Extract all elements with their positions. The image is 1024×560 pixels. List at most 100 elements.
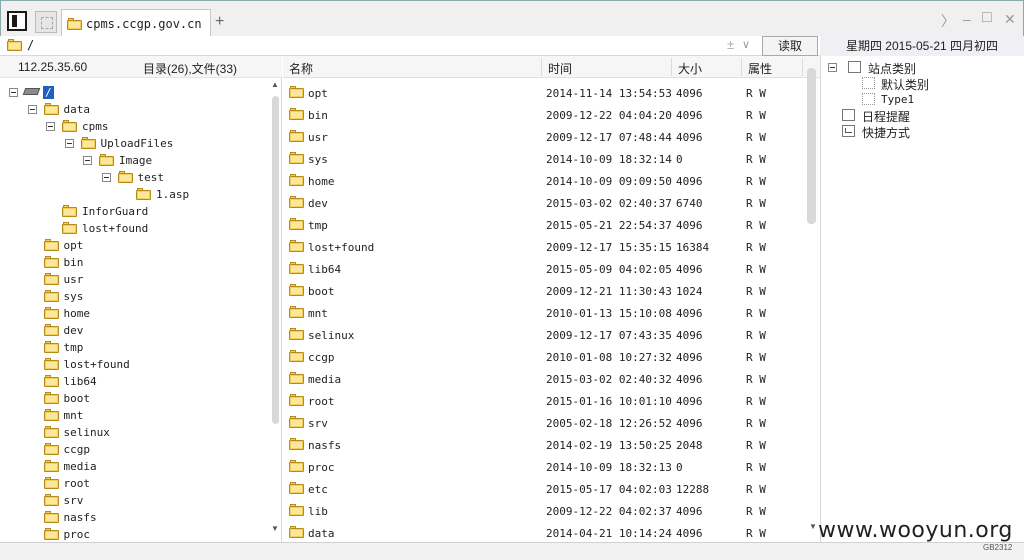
tree-item[interactable]: UploadFiles (64, 136, 265, 153)
file-row[interactable]: etc 2015-05-17 04:02:03 12288 R W (283, 477, 803, 499)
file-row[interactable]: bin 2009-12-22 04:04:20 4096 R W (283, 103, 803, 125)
file-attr: R W (746, 153, 766, 166)
file-row[interactable]: srv 2005-02-18 12:26:52 4096 R W (283, 411, 803, 433)
file-row[interactable]: lost+found 2009-12-17 15:35:15 16384 R W (283, 235, 803, 257)
scroll-down-icon[interactable]: ▼ (809, 522, 817, 531)
file-name: opt (308, 87, 328, 100)
file-row[interactable]: lib64 2015-05-09 04:02:05 4096 R W (283, 257, 803, 279)
file-row[interactable]: nasfs 2014-02-19 13:50:25 2048 R W (283, 433, 803, 455)
minimize-button[interactable]: – (963, 11, 971, 27)
file-row[interactable]: usr 2009-12-17 07:48:44 4096 R W (283, 125, 803, 147)
tab-site[interactable]: cpms.ccgp.gov.cn (61, 9, 211, 39)
column-time[interactable]: 时间 (548, 60, 572, 77)
collapse-icon[interactable] (64, 139, 74, 148)
file-attr: R W (746, 483, 766, 496)
tree-item[interactable]: opt (43, 238, 244, 255)
tree-item[interactable]: home (43, 306, 244, 323)
tree-item[interactable]: ccgp (43, 442, 244, 459)
tree-item[interactable]: selinux (43, 425, 244, 442)
file-row[interactable]: boot 2009-12-21 11:30:43 1024 R W (283, 279, 803, 301)
tree-item[interactable]: cpms (46, 119, 246, 136)
tree-item-label: UploadFiles (100, 137, 174, 150)
add-tab-button[interactable]: + (215, 13, 224, 31)
tree-item[interactable]: lib64 (43, 374, 244, 391)
column-attr[interactable]: 属性 (748, 60, 772, 77)
tree-item[interactable]: dev (43, 323, 244, 340)
scroll-up-icon[interactable]: ▲ (271, 80, 279, 89)
collapse-icon[interactable] (83, 156, 92, 165)
maximize-button[interactable]: □ (982, 9, 992, 27)
tree-item[interactable]: sys (43, 289, 244, 306)
collapse-icon[interactable] (828, 63, 837, 72)
chevron-right-icon[interactable]: 〉 (941, 11, 955, 31)
date-display: 星期四 2015-05-21 四月初四 (820, 36, 1024, 56)
tree-item[interactable]: tmp (43, 340, 244, 357)
read-button[interactable]: 读取 (762, 36, 818, 56)
tree-item[interactable]: data (27, 102, 228, 119)
tree-item[interactable]: media (43, 459, 244, 476)
tree-item[interactable]: usr (43, 272, 244, 289)
tree-item[interactable]: Image (83, 153, 283, 170)
folder-icon (67, 18, 82, 30)
site-category-node[interactable]: 站点类别 (828, 60, 1018, 76)
default-category-node[interactable]: 默认类别 (862, 76, 1012, 92)
server-ip: 112.25.35.60 (18, 60, 88, 74)
expand-collapse-icon[interactable]: ± (727, 37, 734, 52)
type1-node[interactable]: Type1 (862, 92, 1012, 108)
file-attr: R W (746, 417, 766, 430)
watermark-text: www.wooyun.org (818, 518, 1013, 543)
tree-item[interactable]: boot (43, 391, 244, 408)
path-input[interactable]: / (27, 38, 34, 52)
file-row[interactable]: proc 2014-10-09 18:32:13 0 R W (283, 455, 803, 477)
file-row[interactable]: home 2014-10-09 09:09:50 4096 R W (283, 169, 803, 191)
list-scrollbar[interactable]: ▼ (805, 64, 817, 534)
file-row[interactable]: mnt 2010-01-13 15:10:08 4096 R W (283, 301, 803, 323)
folder-icon (289, 350, 304, 362)
close-button[interactable]: ✕ (1004, 11, 1016, 28)
collapse-icon[interactable] (27, 105, 37, 114)
folder-icon (43, 324, 59, 336)
scroll-thumb[interactable] (272, 96, 279, 424)
tree-item[interactable]: mnt (43, 408, 244, 425)
scroll-thumb[interactable] (807, 68, 816, 224)
file-attr: R W (746, 197, 766, 210)
tree-item[interactable]: InforGuard (62, 204, 262, 221)
file-row[interactable]: sys 2014-10-09 18:32:14 0 R W (283, 147, 803, 169)
tree-root[interactable]: / (9, 85, 209, 102)
file-row[interactable]: media 2015-03-02 02:40:32 4096 R W (283, 367, 803, 389)
shortcut-icon (842, 125, 855, 137)
file-row[interactable]: tmp 2015-05-21 22:54:37 4096 R W (283, 213, 803, 235)
tree-item[interactable]: lost+found (43, 357, 244, 374)
tree-item[interactable]: lost+found (62, 221, 262, 238)
shortcuts-node[interactable]: 快捷方式 (842, 124, 1012, 140)
column-size[interactable]: 大小 (678, 60, 702, 77)
schedule-node[interactable]: 日程提醒 (842, 108, 1012, 124)
file-size: 4096 (676, 395, 703, 408)
column-name[interactable]: 名称 (289, 60, 313, 77)
site-category-label: 站点类别 (868, 62, 917, 76)
tree-item[interactable]: nasfs (43, 510, 244, 527)
chevron-down-icon[interactable]: ∨ (742, 38, 750, 51)
file-time: 2015-03-02 02:40:37 (546, 197, 672, 210)
tree-item[interactable]: root (43, 476, 244, 493)
scroll-down-icon[interactable]: ▼ (271, 524, 279, 533)
file-row[interactable]: root 2015-01-16 10:01:10 4096 R W (283, 389, 803, 411)
collapse-icon[interactable] (9, 88, 18, 97)
collapse-icon[interactable] (101, 173, 111, 182)
file-row[interactable]: dev 2015-03-02 02:40:37 6740 R W (283, 191, 803, 213)
folder-icon (43, 290, 59, 302)
file-row[interactable]: opt 2014-11-14 13:54:53 4096 R W (283, 81, 803, 103)
tree-item-label: Image (119, 154, 153, 167)
file-name: boot (308, 285, 335, 298)
tree-item[interactable]: bin (43, 255, 244, 272)
panel-toggle-icon[interactable] (7, 11, 27, 31)
file-name: etc (308, 483, 328, 496)
collapse-icon[interactable] (46, 122, 55, 131)
blank-tab-icon[interactable] (35, 11, 57, 33)
file-row[interactable]: ccgp 2010-01-08 10:27:32 4096 R W (283, 345, 803, 367)
file-row[interactable]: lib 2009-12-22 04:02:37 4096 R W (283, 499, 803, 521)
tree-scrollbar[interactable]: ▲ ▼ (270, 80, 280, 534)
file-row[interactable]: data 2014-04-21 10:14:24 4096 R W (283, 521, 803, 542)
file-row[interactable]: selinux 2009-12-17 07:43:35 4096 R W (283, 323, 803, 345)
tree-item[interactable]: srv (43, 493, 244, 510)
